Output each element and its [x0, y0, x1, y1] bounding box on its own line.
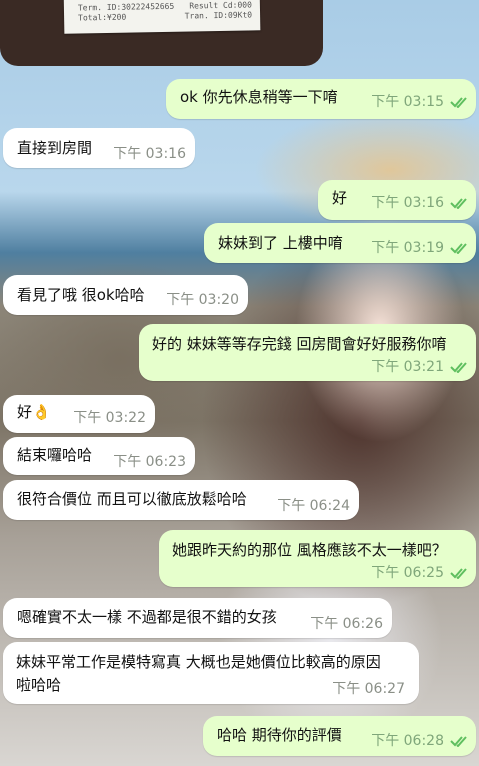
message-text: ok 你先休息稍等一下唷	[180, 88, 338, 106]
receipt-tran: Tran. ID:09Kt0	[184, 10, 253, 21]
message-bubble-incoming[interactable]: 結束囉哈哈 下午 06:23	[3, 437, 195, 475]
message-bubble-outgoing[interactable]: 哈哈 期待你的評價 下午 06:28	[203, 716, 476, 756]
message-bubble-outgoing[interactable]: ok 你先休息稍等一下唷 下午 03:15	[166, 79, 476, 119]
message-bubble-incoming[interactable]: 很符合價位 而且可以徹底放鬆哈哈 下午 06:24	[3, 480, 359, 520]
message-time: 下午 03:22	[73, 410, 146, 426]
message-time: 下午 03:21	[371, 359, 444, 375]
message-time: 下午 03:16	[113, 146, 186, 162]
message-time: 下午 06:27	[332, 681, 405, 697]
double-check-icon	[450, 362, 467, 373]
message-text: 直接到房間	[17, 139, 93, 157]
message-bubble-outgoing[interactable]: 好的 妹妹等等存完錢 回房間會好好服務你唷 下午 03:21	[139, 324, 476, 381]
message-bubble-outgoing[interactable]: 她跟昨天約的那位 風格應該不太一樣吧？ 下午 06:25	[159, 530, 476, 587]
double-check-icon	[450, 97, 467, 108]
message-text-line1: 妹妹平常工作是模特寫真 大概也是她價位比較高的原因	[16, 653, 381, 671]
message-text: 好的 妹妹等等存完錢 回房間會好好服務你唷	[152, 335, 447, 353]
message-bubble-incoming[interactable]: 嗯確實不太一樣 不過都是很不錯的女孩 下午 06:26	[3, 598, 392, 638]
message-bubble-incoming[interactable]: 妹妹平常工作是模特寫真 大概也是她價位比較高的原因 啦哈哈 下午 06:27	[3, 642, 419, 704]
message-text: 好👌	[17, 403, 51, 421]
message-text: 她跟昨天約的那位 風格應該不太一樣吧？	[172, 541, 447, 559]
message-text: 嗯確實不太一樣 不過都是很不錯的女孩	[17, 608, 277, 626]
message-bubble-incoming[interactable]: 好👌 下午 03:22	[3, 395, 155, 433]
message-text: 很符合價位 而且可以徹底放鬆哈哈	[17, 490, 247, 508]
message-bubble-incoming[interactable]: 看見了哦 很ok哈哈 下午 03:20	[3, 275, 248, 315]
message-time: 下午 06:28	[371, 733, 444, 749]
message-bubble-outgoing[interactable]: 妹妹到了 上樓中唷 下午 03:19	[204, 223, 476, 263]
double-check-icon	[450, 198, 467, 209]
message-time: 下午 03:20	[166, 292, 239, 308]
message-text: 好	[332, 189, 348, 207]
message-text: 看見了哦 很ok哈哈	[17, 286, 145, 304]
message-time: 下午 03:19	[371, 240, 444, 256]
double-check-icon	[450, 568, 467, 579]
message-bubble-outgoing[interactable]: 好 下午 03:16	[318, 180, 476, 220]
message-text: 妹妹到了 上樓中唷	[218, 234, 343, 252]
message-time: 下午 06:25	[371, 565, 444, 581]
message-time: 下午 06:24	[277, 498, 350, 514]
message-text-line2: 啦哈哈	[16, 676, 62, 694]
double-check-icon	[450, 243, 467, 254]
receipt-image: Term. ID:30222452665 Result Cd:000 Total:…	[63, 0, 261, 34]
message-time: 下午 06:26	[310, 616, 383, 632]
message-time: 下午 06:23	[113, 454, 186, 470]
message-time: 下午 03:15	[371, 94, 444, 110]
receipt-total: Total:¥200	[78, 12, 127, 23]
double-check-icon	[450, 736, 467, 747]
message-time: 下午 03:16	[371, 195, 444, 211]
photo-message[interactable]: Term. ID:30222452665 Result Cd:000 Total:…	[0, 0, 323, 66]
message-bubble-incoming[interactable]: 直接到房間 下午 03:16	[3, 128, 195, 168]
message-text: 結束囉哈哈	[17, 446, 93, 464]
message-text: 哈哈 期待你的評價	[217, 726, 342, 744]
